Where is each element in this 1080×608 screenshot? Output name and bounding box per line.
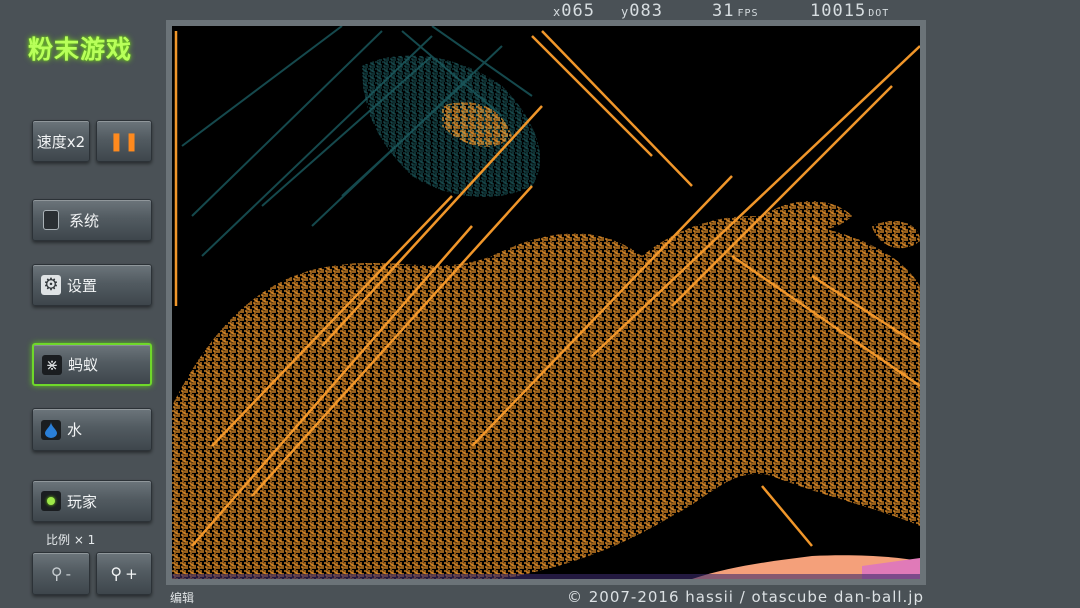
simulation-canvas[interactable]	[172, 26, 920, 579]
magnifier-icon: ⚲	[50, 564, 63, 583]
pause-icon: ❚❚	[108, 130, 140, 152]
water-drop-icon	[41, 419, 61, 440]
mode-label: 编辑	[170, 591, 195, 605]
zoom-in-label: +	[125, 564, 138, 583]
zoom-out-label: -	[65, 564, 72, 583]
ant-element-button[interactable]: ⋇ 蚂蚁	[32, 343, 152, 386]
speed-button[interactable]: 速度x2	[32, 120, 90, 162]
orange-particle-masses	[172, 102, 920, 579]
player-label: 玩家	[67, 492, 98, 511]
zoom-out-button[interactable]: ⚲ -	[32, 552, 90, 595]
player-element-button[interactable]: 玩家	[32, 480, 152, 522]
system-button[interactable]: 系统	[32, 199, 152, 241]
system-label: 系统	[69, 211, 100, 230]
settings-button[interactable]: ⚙ 设置	[32, 264, 152, 306]
pause-button[interactable]: ❚❚	[96, 120, 152, 162]
water-label: 水	[67, 421, 83, 439]
player-dot-icon	[41, 491, 61, 511]
water-element-button[interactable]: 水	[32, 408, 152, 451]
copyright-text: © 2007-2016 hassii / otascube dan-ball.j…	[566, 588, 924, 606]
app-title: 粉末游戏	[28, 35, 133, 64]
settings-label: 设置	[67, 276, 98, 295]
ant-icon: ⋇	[42, 354, 62, 375]
canvas-frame	[166, 20, 926, 585]
zoom-in-button[interactable]: ⚲ +	[96, 552, 152, 595]
gear-icon: ⚙	[41, 275, 61, 295]
scale-label: 比例 × 1	[46, 533, 96, 547]
tablet-icon	[43, 210, 59, 230]
floor-strip	[172, 574, 920, 579]
ant-label: 蚂蚁	[68, 356, 99, 374]
speed-label: 速度x2	[36, 132, 86, 151]
particle-field	[172, 26, 920, 579]
magnifier-icon: ⚲	[110, 564, 123, 583]
